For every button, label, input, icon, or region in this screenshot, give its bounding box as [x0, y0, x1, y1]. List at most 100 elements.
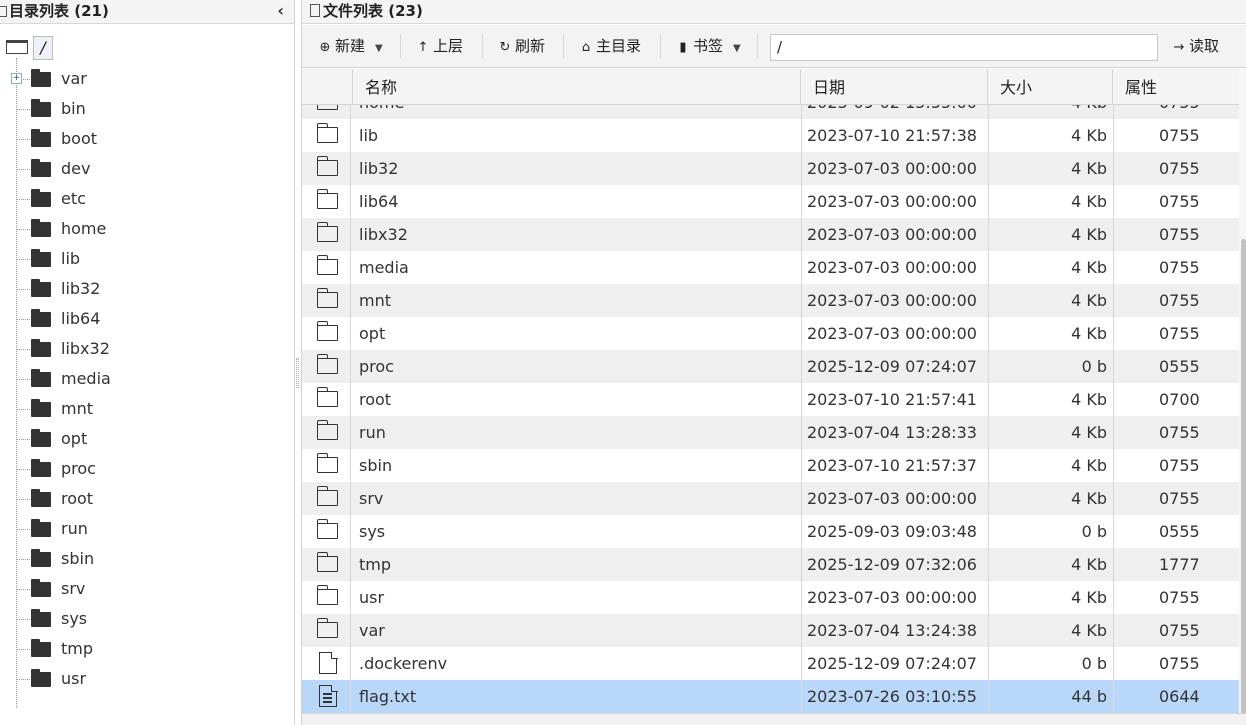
- tree-item[interactable]: sys: [16, 607, 276, 631]
- tree-item[interactable]: tmp: [16, 637, 276, 661]
- table-row[interactable]: proc 2025-12-09 07:24:07 0 b 0555: [302, 350, 1239, 383]
- tree-item[interactable]: root: [16, 487, 276, 511]
- folder-icon: [316, 453, 338, 473]
- file-name[interactable]: run: [359, 416, 386, 449]
- folder-icon: [31, 399, 51, 417]
- file-attr: 1777: [1113, 548, 1239, 581]
- tree-item[interactable]: libx32: [16, 337, 276, 361]
- splitter-grip[interactable]: [296, 358, 299, 388]
- file-name[interactable]: libx32: [359, 218, 408, 251]
- column-header-size[interactable]: 大小: [987, 69, 1113, 105]
- new-button[interactable]: ⊕ 新建 ▼: [318, 35, 383, 57]
- table-row[interactable]: mnt 2023-07-03 00:00:00 4 Kb 0755: [302, 284, 1239, 317]
- tree-connector: [16, 469, 30, 470]
- column-header-date[interactable]: 日期: [800, 69, 988, 105]
- file-size: 44 b: [988, 680, 1112, 713]
- tree-item-label: root: [61, 489, 94, 508]
- column-divider: [350, 680, 351, 713]
- file-date: 2023-07-10 21:57:38: [801, 119, 987, 152]
- table-row[interactable]: sbin 2023-07-10 21:57:37 4 Kb 0755: [302, 449, 1239, 482]
- file-name[interactable]: sys: [359, 515, 385, 548]
- tree-item-label: lib: [61, 249, 81, 268]
- table-row[interactable]: opt 2023-07-03 00:00:00 4 Kb 0755: [302, 317, 1239, 350]
- file-name[interactable]: usr: [359, 581, 384, 614]
- table-row[interactable]: run 2023-07-04 13:28:33 4 Kb 0755: [302, 416, 1239, 449]
- file-size: 4 Kb: [988, 548, 1112, 581]
- tree-item[interactable]: etc: [16, 187, 276, 211]
- file-name[interactable]: .dockerenv: [359, 647, 447, 680]
- file-name[interactable]: root: [359, 383, 391, 416]
- table-row[interactable]: root 2023-07-10 21:57:41 4 Kb 0700: [302, 383, 1239, 416]
- toolbar-divider: [400, 34, 401, 58]
- scrollbar-thumb[interactable]: [1241, 239, 1246, 719]
- bookmark-button[interactable]: ▮ 书签 ▼: [676, 35, 740, 57]
- file-attr: 0755: [1113, 284, 1239, 317]
- table-row[interactable]: lib32 2023-07-03 00:00:00 4 Kb 0755: [302, 152, 1239, 185]
- file-name[interactable]: sbin: [359, 449, 392, 482]
- column-header-name[interactable]: 名称: [352, 69, 800, 105]
- folder-icon: [31, 339, 51, 357]
- tree-item[interactable]: lib: [16, 247, 276, 271]
- chevron-left-icon[interactable]: ‹: [277, 0, 284, 22]
- path-input[interactable]: /: [770, 34, 1158, 61]
- tree-item[interactable]: sbin: [16, 547, 276, 571]
- tree-item[interactable]: boot: [16, 127, 276, 151]
- table-row[interactable]: lib64 2023-07-03 00:00:00 4 Kb 0755: [302, 185, 1239, 218]
- tree-item[interactable]: srv: [16, 577, 276, 601]
- table-row-selected[interactable]: flag.txt 2023-07-26 03:10:55 44 b 0644: [302, 680, 1239, 713]
- home-button[interactable]: ⌂ 主目录: [579, 35, 641, 57]
- file-name[interactable]: srv: [359, 482, 383, 515]
- tree-item[interactable]: dev: [16, 157, 276, 181]
- table-row[interactable]: media 2023-07-03 00:00:00 4 Kb 0755: [302, 251, 1239, 284]
- file-name[interactable]: var: [359, 614, 385, 647]
- file-attr: 0555: [1113, 350, 1239, 383]
- table-row[interactable]: lib 2023-07-10 21:57:38 4 Kb 0755: [302, 119, 1239, 152]
- table-row[interactable]: libx32 2023-07-03 00:00:00 4 Kb 0755: [302, 218, 1239, 251]
- up-button[interactable]: ↑ 上层: [416, 35, 463, 57]
- table-row[interactable]: var 2023-07-04 13:24:38 4 Kb 0755: [302, 614, 1239, 647]
- file-name[interactable]: opt: [359, 317, 385, 350]
- file-name[interactable]: lib: [359, 119, 378, 152]
- file-name[interactable]: flag.txt: [359, 680, 416, 713]
- tree-item[interactable]: bin: [16, 97, 276, 121]
- file-name[interactable]: media: [359, 251, 409, 284]
- file-name[interactable]: lib64: [359, 185, 398, 218]
- tree-item[interactable]: + var: [11, 67, 276, 91]
- read-button[interactable]: → 读取: [1172, 35, 1219, 57]
- tree-item[interactable]: lib32: [16, 277, 276, 301]
- tree-root-label[interactable]: /: [33, 36, 53, 60]
- refresh-button-label: 刷新: [515, 37, 546, 55]
- tree-item[interactable]: media: [16, 367, 276, 391]
- tree-item[interactable]: proc: [16, 457, 276, 481]
- directory-panel: 目录列表 (21) ‹ / + var bin boot dev etc home lib li…: [0, 0, 295, 725]
- file-size: 4 Kb: [988, 218, 1112, 251]
- folder-icon: [31, 129, 51, 147]
- folder-icon: [316, 222, 338, 242]
- file-name[interactable]: lib32: [359, 152, 398, 185]
- file-name[interactable]: tmp: [359, 548, 391, 581]
- table-row[interactable]: tmp 2025-12-09 07:32:06 4 Kb 1777: [302, 548, 1239, 581]
- tree-item[interactable]: usr: [16, 667, 276, 691]
- tree-item[interactable]: lib64: [16, 307, 276, 331]
- tree-item[interactable]: home: [16, 217, 276, 241]
- column-header-attr[interactable]: 属性: [1112, 69, 1239, 105]
- column-divider: [350, 251, 351, 284]
- file-name[interactable]: proc: [359, 350, 394, 383]
- table-row[interactable]: .dockerenv 2025-12-09 07:24:07 0 b 0755: [302, 647, 1239, 680]
- tree-item[interactable]: run: [16, 517, 276, 541]
- table-row[interactable]: srv 2023-07-03 00:00:00 4 Kb 0755: [302, 482, 1239, 515]
- file-name[interactable]: home: [359, 105, 404, 119]
- expand-icon[interactable]: +: [11, 73, 22, 84]
- folder-icon: [316, 354, 338, 374]
- tree-item-label: bin: [61, 99, 86, 118]
- column-divider: [350, 647, 351, 680]
- refresh-button[interactable]: ↻ 刷新: [498, 35, 545, 57]
- vertical-scrollbar[interactable]: [1239, 69, 1246, 719]
- table-row[interactable]: usr 2023-07-03 00:00:00 4 Kb 0755: [302, 581, 1239, 614]
- table-row[interactable]: home 2023-09-02 15:55:004 Kb0755: [302, 105, 1239, 119]
- tree-item[interactable]: mnt: [16, 397, 276, 421]
- tree-item[interactable]: opt: [16, 427, 276, 451]
- horizontal-scrollbar[interactable]: [302, 713, 1246, 725]
- file-name[interactable]: mnt: [359, 284, 391, 317]
- table-row[interactable]: sys 2025-09-03 09:03:48 0 b 0555: [302, 515, 1239, 548]
